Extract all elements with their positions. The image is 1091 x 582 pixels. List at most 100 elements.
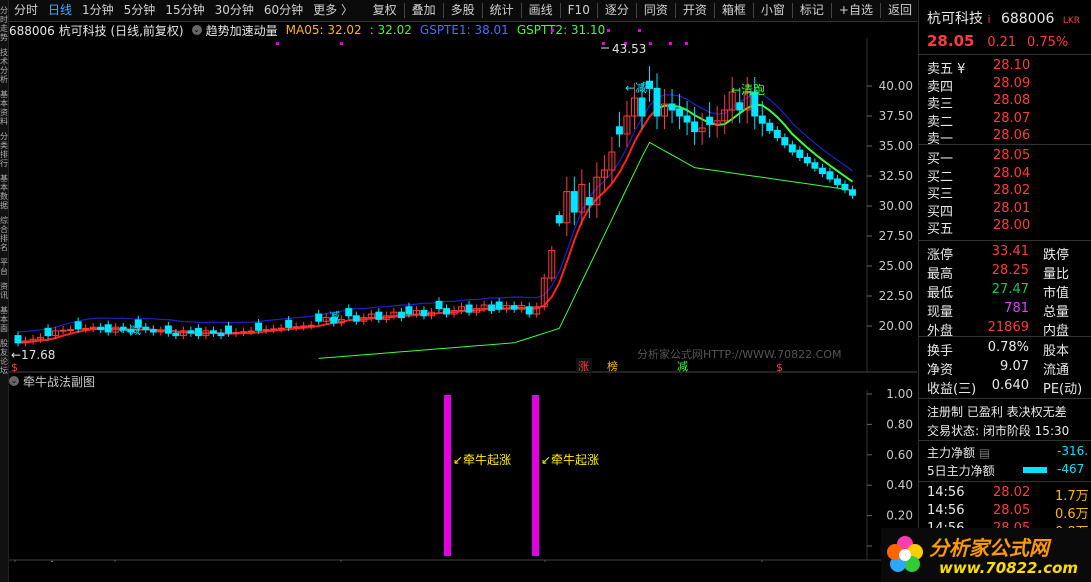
- upper-band-line: [17, 93, 853, 333]
- sub-toggle-icon[interactable]: ⌄: [9, 376, 19, 386]
- price-tick-label: 22.50: [879, 289, 913, 303]
- candle-body: [164, 325, 172, 334]
- btn-tongzi[interactable]: 同资: [639, 0, 673, 21]
- candle-body: [653, 87, 661, 117]
- candle-body: [570, 191, 578, 213]
- kline-chart[interactable]: 40.00 37.50 35.00 32.50 30.00 27.50 25.00 22.50…: [9, 22, 917, 562]
- candle-body: [488, 304, 496, 311]
- btn-biaoji[interactable]: 标记: [795, 0, 829, 21]
- btn-tongji[interactable]: 统计: [485, 0, 519, 21]
- btn-duogu[interactable]: 多股: [446, 0, 480, 21]
- main5-bar: [1023, 467, 1047, 473]
- btn-zixuan[interactable]: +自选: [834, 0, 878, 21]
- signal-label-1: ↙牵牛起涨: [541, 452, 599, 467]
- tab-5min[interactable]: 5分钟: [119, 0, 161, 21]
- vtab-4[interactable]: 基本数据: [0, 174, 8, 210]
- sub-tick-label: 0.20: [886, 509, 913, 523]
- tab-fenshi[interactable]: 分时: [9, 0, 43, 21]
- annotation-high: 43.53: [612, 42, 646, 56]
- candle-body: [510, 305, 518, 310]
- btn-f10[interactable]: F10: [563, 0, 595, 21]
- tick-price-1: 28.05: [993, 503, 1031, 518]
- stat-label-3: 现量: [927, 305, 954, 320]
- candle-body: [585, 197, 593, 206]
- signal-dot: [649, 42, 652, 45]
- signal-dot: [607, 29, 610, 32]
- annotation-zhang: 涨: [578, 360, 589, 373]
- candle-body: [465, 304, 473, 313]
- candle-body: [405, 306, 413, 315]
- btn-fanhui[interactable]: 返回: [883, 0, 917, 21]
- btn-xiangkuang[interactable]: 箱框: [717, 0, 751, 21]
- bid-label-4: 买四: [927, 204, 954, 220]
- candle-body: [285, 319, 293, 328]
- candle-body: [706, 116, 714, 125]
- tab-more[interactable]: 更多 〉: [308, 0, 358, 21]
- stat2-label2-2: PE(动): [1043, 382, 1083, 397]
- candle-body: [149, 329, 157, 333]
- tab-15min[interactable]: 15分钟: [160, 0, 209, 21]
- candle-body: [803, 156, 811, 164]
- trade-status: 交易状态: 闭市阶段 15:30: [927, 424, 1070, 438]
- signal-dot: [669, 42, 672, 45]
- tab-30min[interactable]: 30分钟: [210, 0, 259, 21]
- vtab-1[interactable]: 技术分析: [0, 48, 8, 84]
- tick-vol-1: 0.6万: [1055, 507, 1089, 522]
- last-price: 28.05: [927, 32, 975, 50]
- candle-body: [495, 301, 503, 310]
- vtab-2[interactable]: 基本资料: [0, 90, 8, 126]
- logo-text: 分析家公式网: [929, 536, 1049, 560]
- stat2-label-0: 换手: [927, 344, 954, 359]
- date-label: 7: [118, 560, 126, 562]
- vtab-0[interactable]: 分时走势: [0, 6, 8, 42]
- btn-huaxian[interactable]: 画线: [524, 0, 558, 21]
- vtab-5[interactable]: 综合排名: [0, 216, 8, 252]
- tick-time-0: 14:56: [927, 485, 965, 500]
- tab-daily[interactable]: 日线: [43, 0, 77, 21]
- quote-title: 杭可科技 i 688006 LKR: [927, 8, 1080, 28]
- signal-bar-0: [444, 395, 451, 556]
- candle-body: [758, 115, 766, 124]
- vtab-8[interactable]: 基本面: [0, 306, 8, 333]
- candle-body: [104, 324, 112, 333]
- btn-diejia[interactable]: 叠加: [407, 0, 441, 21]
- signal-dot: [276, 42, 279, 45]
- candle-body: [82, 327, 90, 330]
- main5-value: -467: [1057, 462, 1085, 476]
- stat2-label-1: 净资: [927, 363, 954, 378]
- candle-body: [315, 313, 323, 322]
- bid-price-2: 28.04: [993, 165, 1031, 181]
- candle-body: [848, 189, 856, 196]
- price-row: 28.05 0.21 0.75%: [927, 32, 1068, 50]
- vtab-6[interactable]: 平台: [0, 258, 8, 276]
- candle-body: [555, 215, 563, 224]
- sub-tick-label: 0.40: [886, 478, 913, 492]
- btn-fuquan[interactable]: 复权: [368, 0, 402, 21]
- candle-body: [811, 162, 819, 169]
- btn-zhufen[interactable]: 逐分: [600, 0, 634, 21]
- annotation-jian-3: 减: [329, 310, 340, 323]
- stat2-value-0: 0.78%: [987, 340, 1029, 355]
- candle-body: [683, 115, 691, 123]
- main5-label: 5日主力净额: [927, 464, 995, 478]
- candle-body: [225, 325, 232, 334]
- candle-body: [300, 325, 308, 328]
- vtab-3[interactable]: 分类排行: [0, 132, 8, 168]
- bid-label-5: 买五: [927, 222, 954, 237]
- lower-band-line: [318, 141, 853, 359]
- btn-xiaochuang[interactable]: 小窗: [756, 0, 790, 21]
- candle-body: [277, 327, 285, 330]
- tab-1min[interactable]: 1分钟: [77, 0, 119, 21]
- annotation-jian-2: ←减: [119, 323, 141, 337]
- ma05-red-line: [17, 108, 658, 344]
- btn-kaizi[interactable]: 开资: [678, 0, 712, 21]
- vtab-7[interactable]: 资讯: [0, 282, 8, 300]
- candle-body: [638, 97, 646, 117]
- tab-60min[interactable]: 60分钟: [259, 0, 308, 21]
- stat2-label2-0: 股本: [1043, 344, 1070, 359]
- ask-price-3: 28.08: [993, 93, 1031, 108]
- main-net-label: 主力净额 ▤: [927, 446, 991, 460]
- signal-dot: [685, 42, 688, 45]
- vtab-9[interactable]: 股友论坛: [0, 339, 8, 375]
- bid-price-3: 28.02: [993, 183, 1031, 198]
